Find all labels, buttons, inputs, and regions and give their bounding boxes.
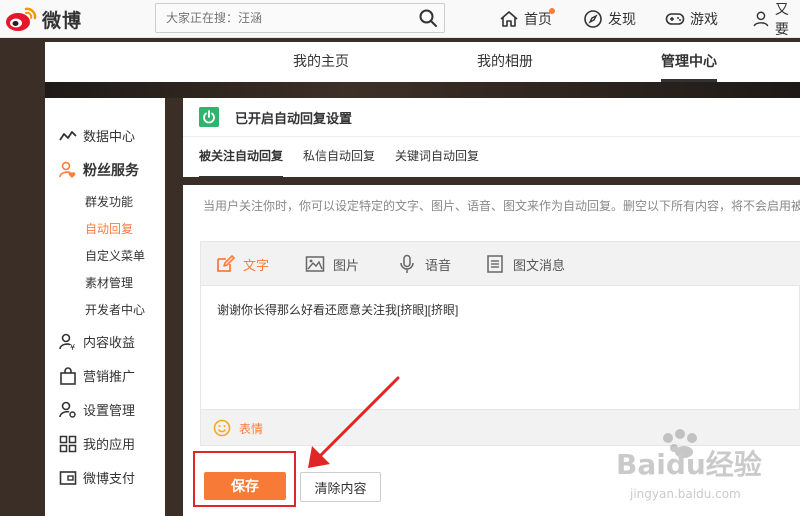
sidebar-item-fans-service[interactable]: 粉丝服务 (59, 160, 139, 180)
sidebar-item-label: 粉丝服务 (83, 162, 139, 178)
baidu-jingyan-watermark: Baidu经验 jingyan.baidu.com (616, 429, 762, 501)
edit-icon (217, 255, 235, 272)
sidebar-item-my-apps[interactable]: 我的应用 (59, 434, 135, 453)
sidebar-item-marketing[interactable]: 营销推广 (59, 366, 135, 385)
auto-reply-header: 已开启自动回复设置 被关注自动回复 私信自动回复 关键词自动回复 (183, 98, 800, 178)
tab-my-album[interactable]: 我的相册 (477, 42, 533, 82)
sidebar-item-label: 设置管理 (83, 403, 136, 418)
nav-home[interactable]: 首页 (499, 0, 552, 38)
sidebar-item-label: 我的应用 (83, 437, 136, 452)
sidebar-subitem-custom-menu[interactable]: 自定义菜单 (85, 247, 145, 264)
power-on-icon (199, 107, 219, 127)
user-income-icon: ¥ (59, 333, 75, 351)
apps-grid-icon (59, 435, 77, 452)
reply-editor: 文字 图片 语音 图文消息 谢谢你长得那么好看还愿意关注我[挤眼][挤眼] 表情 (200, 241, 800, 446)
editor-type-tabs: 文字 图片 语音 图文消息 (201, 242, 800, 286)
profile-tabs: 我的主页 我的相册 管理中心 (45, 42, 800, 82)
save-button[interactable]: 保存 (204, 472, 286, 500)
nav-discover-label: 发现 (608, 11, 636, 27)
sidebar-subitem-auto-reply[interactable]: 自动回复 (85, 220, 133, 237)
image-icon (305, 256, 325, 272)
shopping-bag-icon (60, 366, 76, 385)
smiley-icon (213, 419, 231, 437)
fans-heart-icon (59, 161, 76, 178)
user-gear-icon (59, 401, 76, 418)
svg-text:Baidu经验: Baidu经验 (616, 448, 762, 481)
weibo-logo[interactable]: 微博 (4, 4, 82, 34)
sidebar-item-label: 营销推广 (83, 369, 136, 384)
gamepad-icon (665, 13, 685, 25)
nav-user-label: 又要 (774, 1, 789, 37)
logo-text: 微博 (42, 10, 83, 32)
editor-tab-label: 图文消息 (513, 257, 566, 273)
article-icon (487, 255, 503, 273)
nav-user[interactable]: 又要 (752, 0, 800, 38)
nav-home-label: 首页 (524, 11, 552, 27)
chart-line-icon (59, 130, 77, 140)
reply-text-area[interactable]: 谢谢你长得那么好看还愿意关注我[挤眼][挤眼] (217, 301, 458, 318)
editor-tab-article[interactable]: 图文消息 (485, 254, 565, 274)
search-box (155, 3, 445, 33)
editor-tab-label: 图片 (333, 257, 360, 273)
weibo-logo-icon (6, 7, 37, 31)
sidebar: 数据中心 粉丝服务 群发功能 自动回复 自定义菜单 素材管理 开发者中心 ¥ 内… (45, 98, 165, 516)
editor-tab-voice[interactable]: 语音 (397, 254, 451, 274)
editor-tab-label: 语音 (425, 257, 452, 273)
sidebar-item-data-center[interactable]: 数据中心 (59, 126, 135, 145)
sidebar-item-content-income[interactable]: ¥ 内容收益 (59, 332, 135, 351)
sidebar-subitem-developer[interactable]: 开发者中心 (85, 301, 145, 318)
decorative-band (45, 82, 800, 98)
sidebar-item-label: 数据中心 (83, 129, 136, 144)
compass-icon (584, 10, 602, 28)
sidebar-item-label: 内容收益 (83, 335, 136, 350)
annotation-arrow (308, 376, 400, 468)
tab-my-homepage[interactable]: 我的主页 (293, 42, 349, 82)
sidebar-item-weibo-pay[interactable]: 微博支付 (59, 468, 135, 487)
sidebar-item-label: 微博支付 (83, 471, 136, 486)
sidebar-item-settings[interactable]: 设置管理 (59, 400, 135, 419)
search-icon[interactable] (418, 8, 438, 28)
tab-message-auto-reply[interactable]: 私信自动回复 (303, 147, 375, 164)
editor-tab-label: 文字 (243, 257, 270, 273)
sidebar-subitem-broadcast[interactable]: 群发功能 (85, 193, 133, 210)
tab-admin-center[interactable]: 管理中心 (661, 42, 717, 82)
tab-keyword-auto-reply[interactable]: 关键词自动回复 (395, 147, 479, 164)
tab-follow-auto-reply[interactable]: 被关注自动回复 (199, 147, 284, 178)
nav-games-label: 游戏 (690, 11, 718, 27)
home-icon (500, 11, 518, 27)
top-navigation-bar: 微博 首页 发现 游戏 (0, 0, 800, 38)
wallet-icon (59, 470, 77, 485)
sidebar-subitem-material[interactable]: 素材管理 (85, 274, 133, 291)
emoji-button[interactable]: 表情 (213, 419, 263, 437)
auto-reply-status: 已开启自动回复设置 (235, 111, 353, 126)
nav-games[interactable]: 游戏 (665, 0, 718, 38)
svg-text:¥: ¥ (70, 343, 75, 351)
emoji-label: 表情 (239, 421, 264, 436)
nav-discover[interactable]: 发现 (583, 0, 636, 38)
editor-tab-image[interactable]: 图片 (305, 254, 359, 274)
auto-reply-hint: 当用户关注你时，你可以设定特定的文字、图片、语音、图文来作为自动回复。删空以下所… (203, 199, 800, 213)
notification-dot (549, 8, 555, 14)
auto-reply-tabs: 被关注自动回复 私信自动回复 关键词自动回复 (183, 136, 800, 178)
search-input[interactable] (156, 4, 406, 32)
clear-content-button[interactable]: 清除内容 (300, 472, 381, 502)
microphone-icon (400, 254, 414, 273)
user-icon (753, 11, 769, 27)
svg-text:jingyan.baidu.com: jingyan.baidu.com (629, 487, 741, 501)
editor-tab-text[interactable]: 文字 (215, 254, 269, 274)
